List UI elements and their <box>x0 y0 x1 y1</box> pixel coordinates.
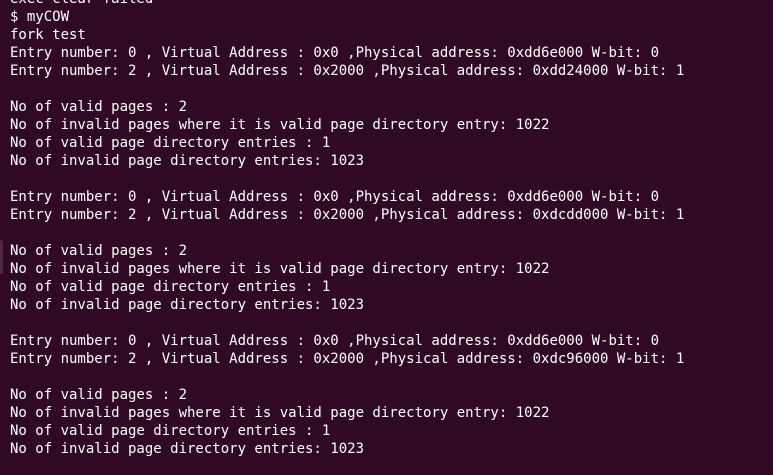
output-line: Entry number: 0 , Virtual Address : 0x0 … <box>10 333 660 349</box>
output-line: exec clear failed <box>10 0 684 8</box>
output-line: No of invalid page directory entries: 10… <box>10 297 365 313</box>
output-line: No of invalid pages where it is valid pa… <box>10 261 550 277</box>
terminal-window[interactable]: exec clear failed $ myCOW fork test Entr… <box>0 0 773 475</box>
output-line: No of invalid pages where it is valid pa… <box>10 405 550 421</box>
output-line: No of valid page directory entries : 1 <box>10 135 331 151</box>
output-line: Entry number: 0 , Virtual Address : 0x0 … <box>10 189 660 205</box>
scroll-indicator[interactable] <box>0 240 3 274</box>
output-line: No of invalid pages where it is valid pa… <box>10 117 550 133</box>
output-line: Entry number: 2 , Virtual Address : 0x20… <box>10 63 685 79</box>
terminal-output: exec clear failed $ myCOW fork test Entr… <box>10 0 684 458</box>
output-line: No of valid pages : 2 <box>10 99 188 115</box>
output-line: $ myCOW <box>10 9 70 25</box>
output-line: No of valid pages : 2 <box>10 243 188 259</box>
output-line: No of valid page directory entries : 1 <box>10 423 331 439</box>
output-line: Entry number: 0 , Virtual Address : 0x0 … <box>10 45 660 61</box>
output-line: Entry number: 2 , Virtual Address : 0x20… <box>10 351 685 367</box>
output-line: No of invalid page directory entries: 10… <box>10 441 365 457</box>
output-line: No of invalid page directory entries: 10… <box>10 153 365 169</box>
output-line: No of valid page directory entries : 1 <box>10 279 331 295</box>
output-line: fork test <box>10 27 86 43</box>
output-line: No of valid pages : 2 <box>10 387 188 403</box>
output-line: Entry number: 2 , Virtual Address : 0x20… <box>10 207 685 223</box>
